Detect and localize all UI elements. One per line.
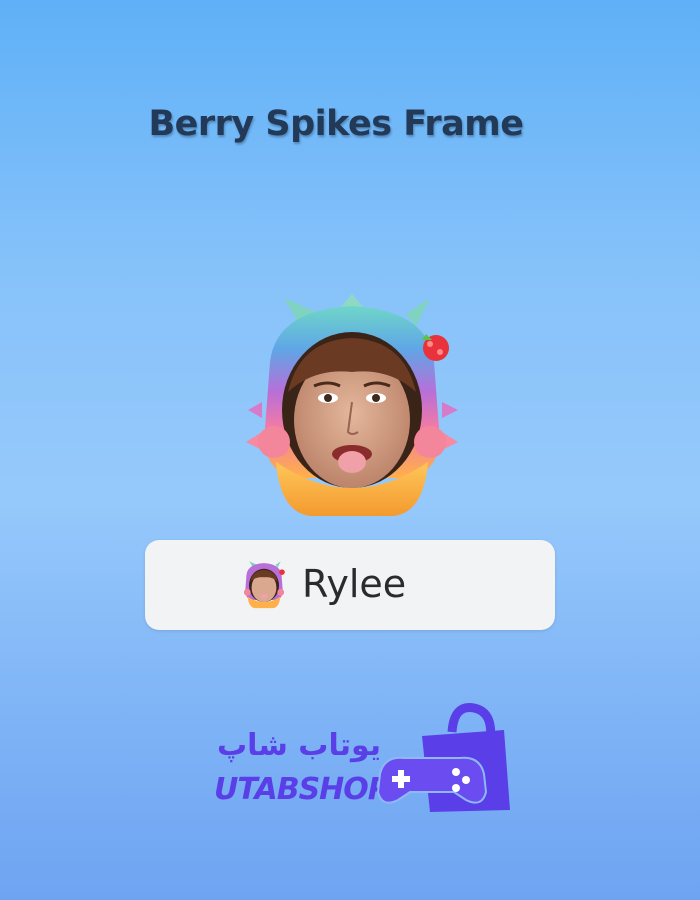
brand-logo: یوتاب شاپ UTABSHOP — [200, 700, 520, 820]
page-title: Berry Spikes Frame — [148, 104, 524, 144]
shopping-bag-gamepad-icon — [370, 700, 520, 820]
brand-name-en: UTABSHOP — [214, 772, 390, 807]
brand-name-fa: یوتاب شاپ — [216, 728, 382, 763]
avatar-frame-icon — [240, 560, 288, 610]
player-name: Rylee — [302, 562, 407, 606]
profile-name-card: Rylee — [145, 540, 555, 630]
berry-spikes-frame-icon — [240, 292, 464, 524]
